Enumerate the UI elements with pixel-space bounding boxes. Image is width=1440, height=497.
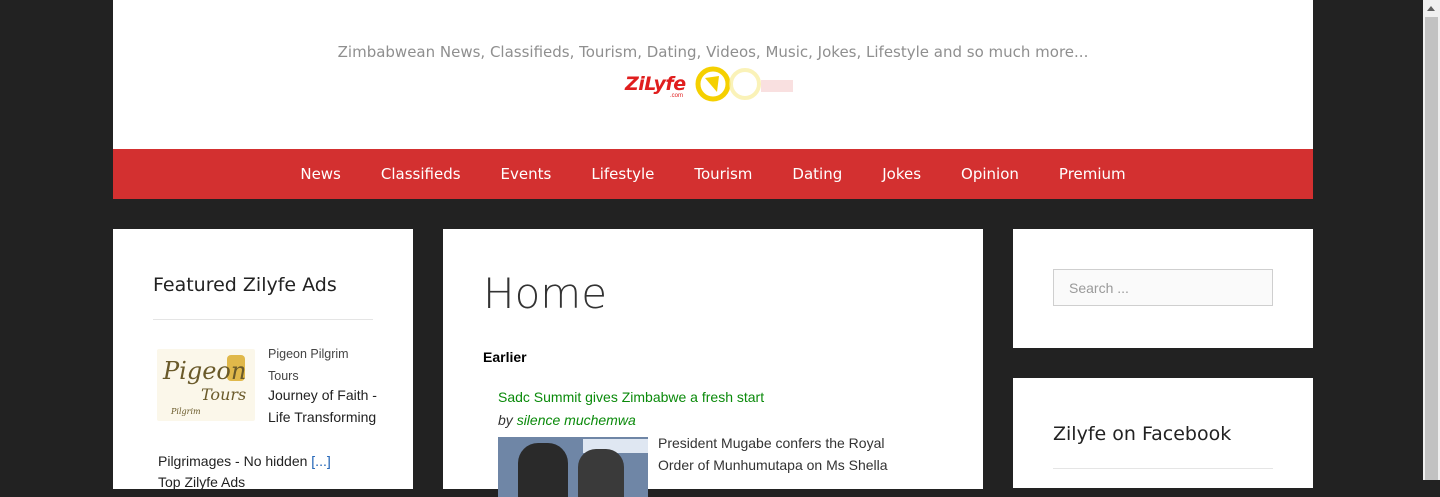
ad-description-text: Pilgrimages - No hidden: [158, 453, 308, 469]
scroll-up-arrow-icon[interactable]: [1423, 0, 1440, 17]
nav-item-premium[interactable]: Premium: [1039, 149, 1146, 199]
nav-item-events[interactable]: Events: [481, 149, 572, 199]
search-widget: [1013, 229, 1313, 348]
ad-company-name[interactable]: Pigeon Pilgrim Tours: [268, 343, 378, 387]
site-logo[interactable]: ZiLyfe .com: [623, 66, 813, 102]
scrollbar-thumb[interactable]: [1425, 17, 1438, 480]
ad-read-more-link[interactable]: [...]: [311, 453, 330, 469]
page-title: Home: [483, 269, 608, 318]
search-input[interactable]: [1053, 269, 1273, 306]
widget-divider: [153, 319, 373, 320]
logo-subtext: .com: [670, 93, 684, 99]
thumbnail-figure: [578, 449, 624, 497]
main-content: Home Earlier Sadc Summit gives Zimbabwe …: [443, 229, 983, 497]
ad-image-text: Pilgrim: [171, 407, 201, 416]
facebook-widget: Zilyfe on Facebook: [1013, 378, 1313, 488]
page-scrollbar[interactable]: [1423, 0, 1440, 480]
featured-ads-widget: Featured Zilyfe Ads Pigeon Tours Pilgrim…: [113, 229, 413, 490]
ad-next-link[interactable]: Top Zilyfe Ads: [158, 474, 245, 490]
logo-emblem-icon: [695, 66, 793, 102]
byline-prefix: by: [498, 412, 513, 428]
ad-image-text: Pigeon: [163, 357, 247, 385]
featured-ads-title: Featured Zilyfe Ads: [153, 274, 337, 296]
ad-image[interactable]: Pigeon Tours Pilgrim: [157, 349, 255, 421]
nav-item-jokes[interactable]: Jokes: [862, 149, 941, 199]
ad-description-continued: Pilgrimages - No hidden [...]: [158, 450, 388, 472]
nav-item-classifieds[interactable]: Classifieds: [361, 149, 481, 199]
nav-item-lifestyle[interactable]: Lifestyle: [571, 149, 674, 199]
site-tagline: Zimbabwean News, Classifieds, Tourism, D…: [337, 43, 1089, 61]
nav-item-dating[interactable]: Dating: [772, 149, 862, 199]
nav-item-tourism[interactable]: Tourism: [674, 149, 772, 199]
section-heading: Earlier: [483, 349, 527, 365]
article-byline: by silence muchemwa: [498, 412, 636, 428]
article-title-link[interactable]: Sadc Summit gives Zimbabwe a fresh start: [498, 389, 764, 405]
article-excerpt: President Mugabe confers the Royal Order…: [658, 435, 888, 473]
main-navigation: News Classifieds Events Lifestyle Touris…: [113, 149, 1313, 199]
site-header: Zimbabwean News, Classifieds, Tourism, D…: [113, 0, 1313, 149]
thumbnail-figure: [518, 443, 568, 497]
widget-divider: [1053, 468, 1273, 469]
article-thumbnail[interactable]: [498, 437, 648, 497]
ad-description: Journey of Faith - Life Transforming: [268, 387, 377, 425]
nav-item-news[interactable]: News: [280, 149, 361, 199]
ad-image-text: Tours: [201, 385, 247, 404]
facebook-widget-title: Zilyfe on Facebook: [1053, 423, 1232, 445]
article-author-link[interactable]: silence muchemwa: [517, 412, 636, 428]
logo-text: ZiLyfe: [625, 73, 686, 95]
nav-item-opinion[interactable]: Opinion: [941, 149, 1039, 199]
